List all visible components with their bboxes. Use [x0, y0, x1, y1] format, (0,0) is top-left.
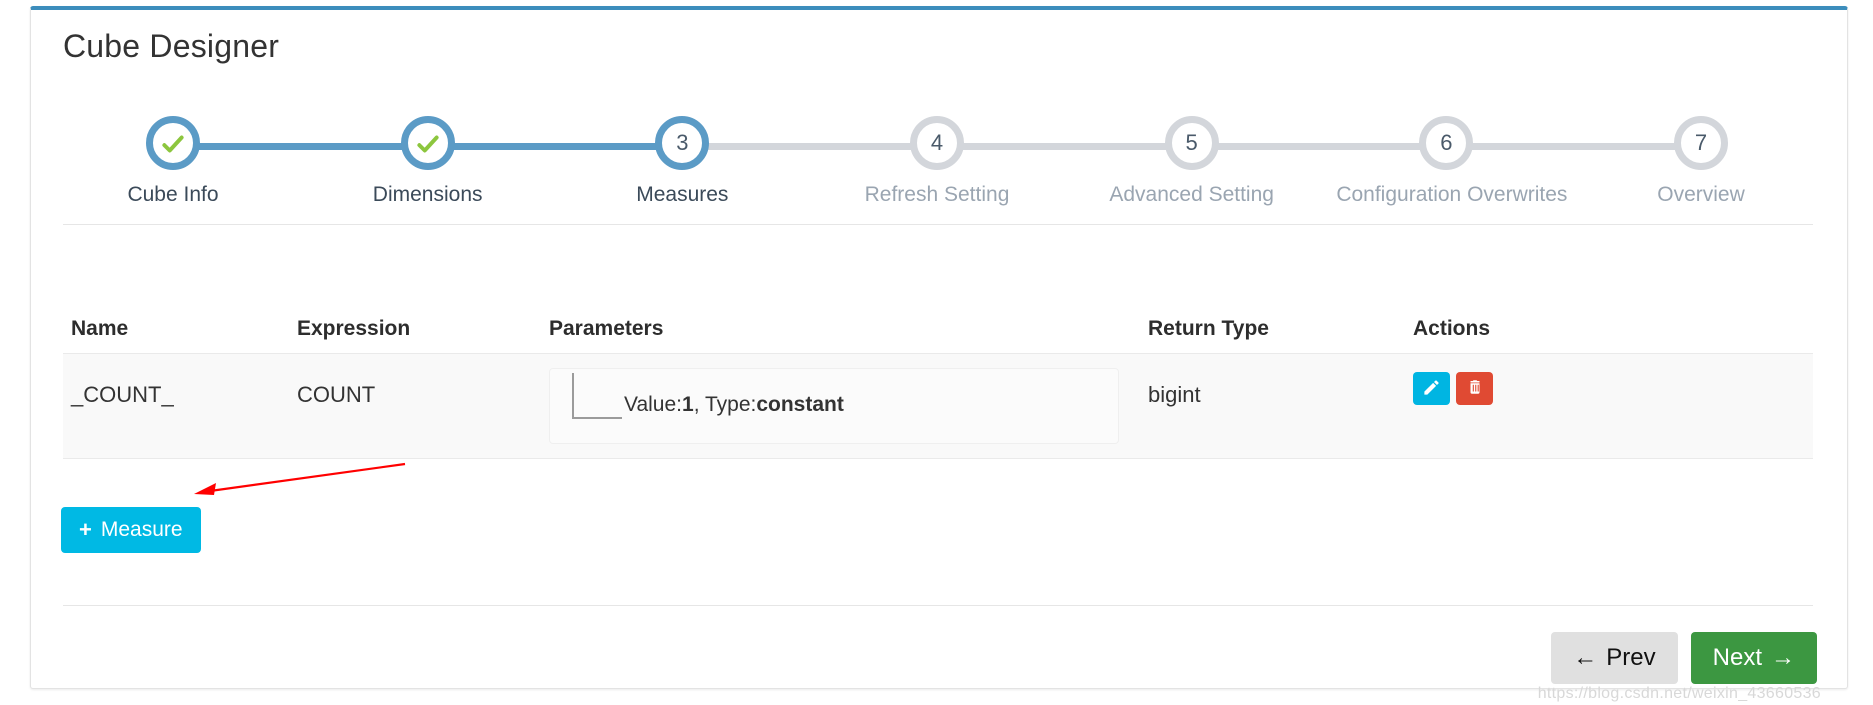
- footer-divider: [63, 605, 1813, 606]
- step-bubble-4: 4: [910, 116, 964, 170]
- check-icon: [415, 130, 441, 156]
- page-title: Cube Designer: [63, 28, 280, 64]
- cell-measure-return-type: bigint: [1148, 382, 1201, 407]
- step-label: Refresh Setting: [864, 183, 1010, 206]
- measures-table: Name Expression Parameters Return Type A…: [63, 291, 1813, 459]
- step-bubble-1: [146, 116, 200, 170]
- wizard-step-1[interactable]: Cube Info: [63, 94, 283, 207]
- wizard-step-5[interactable]: 5 Advanced Setting: [1082, 94, 1302, 207]
- step-label: Advanced Setting: [1109, 183, 1274, 206]
- wizard-step-2[interactable]: Dimensions: [318, 94, 538, 207]
- edit-measure-button[interactable]: [1413, 372, 1450, 405]
- wizard-step-6[interactable]: 6 Configuration Overwrites: [1336, 94, 1568, 207]
- cell-measure-name: _COUNT_: [71, 382, 174, 407]
- column-header-actions: Actions: [1413, 317, 1491, 340]
- delete-measure-button[interactable]: [1456, 372, 1493, 405]
- next-button[interactable]: Next →: [1690, 632, 1817, 684]
- trash-icon: [1466, 378, 1484, 399]
- table-row: _COUNT_ COUNT Value:1, Type:constant big…: [63, 353, 1813, 459]
- tree-connector-icon: [572, 373, 622, 419]
- column-header-name: Name: [71, 317, 129, 340]
- pencil-icon: [1422, 378, 1441, 400]
- parameter-value-label: Value:: [624, 393, 682, 416]
- next-label: Next: [1712, 644, 1762, 671]
- step-number: 4: [930, 130, 944, 155]
- step-label: Measures: [636, 183, 729, 206]
- prev-label: Prev: [1606, 644, 1656, 671]
- add-measure-button[interactable]: + Measure: [61, 507, 201, 553]
- step-bubble-7: 7: [1674, 116, 1728, 170]
- stepper-divider: [63, 224, 1813, 225]
- wizard-step-7[interactable]: 7 Overview: [1591, 94, 1811, 207]
- wizard-navigation: ← Prev Next →: [1551, 632, 1817, 684]
- step-bubble-2: [400, 116, 455, 170]
- step-number: 5: [1185, 130, 1198, 155]
- step-bubble-6: 6: [1419, 116, 1474, 170]
- step-bubble-5: 5: [1164, 116, 1219, 170]
- watermark: https://blog.csdn.net/weixin_43660536: [1537, 685, 1821, 702]
- add-measure-label: Measure: [100, 518, 183, 541]
- plus-icon: +: [79, 517, 92, 542]
- step-label: Cube Info: [127, 183, 219, 206]
- step-label: Configuration Overwrites: [1336, 183, 1568, 206]
- step-number: 7: [1694, 130, 1708, 155]
- arrow-right-icon: →: [1771, 644, 1795, 671]
- wizard-stepper: Cube Info Dimensions 3 Measures 4 Refresh Set…: [63, 94, 1811, 224]
- app-root: Cube Designer Cube Info Dimensions 3 Measur…: [0, 0, 1873, 705]
- step-label: Overview: [1657, 183, 1745, 206]
- step-bubble-3: 3: [655, 116, 710, 170]
- parameter-text: Value:1, Type:constant: [624, 393, 844, 417]
- cube-designer-card: Cube Designer Cube Info Dimensions 3 Measur…: [30, 6, 1848, 702]
- parameter-value: 1: [682, 393, 694, 416]
- row-actions: [1413, 372, 1493, 405]
- parameter-type: constant: [756, 393, 844, 416]
- prev-button[interactable]: ← Prev: [1551, 632, 1678, 684]
- check-icon: [160, 130, 186, 156]
- wizard-step-3[interactable]: 3 Measures: [572, 94, 792, 207]
- column-header-return-type: Return Type: [1148, 317, 1269, 340]
- step-label: Dimensions: [372, 183, 483, 206]
- column-header-parameters: Parameters: [549, 317, 664, 340]
- cell-measure-expression: COUNT: [297, 382, 376, 407]
- step-number: 3: [676, 130, 689, 155]
- arrow-left-icon: ←: [1573, 644, 1598, 671]
- parameter-type-label: , Type:: [693, 393, 757, 416]
- column-header-expression: Expression: [297, 317, 411, 340]
- cell-measure-parameters: Value:1, Type:constant: [549, 368, 1119, 444]
- table-header-row: Name Expression Parameters Return Type A…: [63, 291, 1813, 353]
- wizard-step-4[interactable]: 4 Refresh Setting: [827, 94, 1047, 207]
- step-number: 6: [1440, 130, 1453, 155]
